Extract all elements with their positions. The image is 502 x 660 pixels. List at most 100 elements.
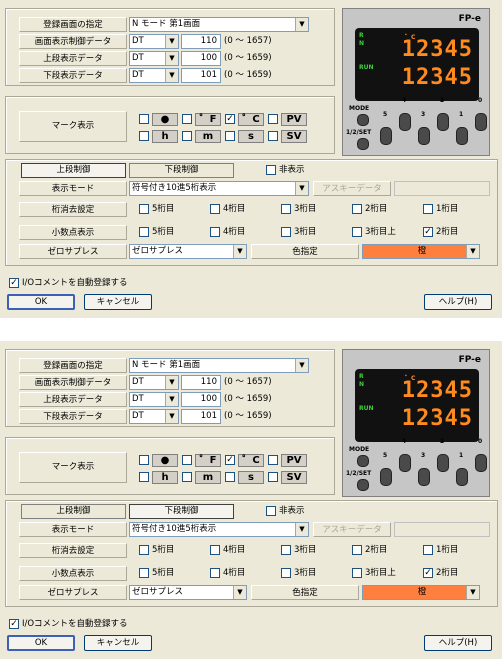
chevron-down-icon[interactable]: ▼ [295, 182, 308, 195]
decimal-checkbox[interactable] [139, 568, 149, 578]
mark-checkbox[interactable] [225, 131, 235, 141]
chevron-down-icon[interactable]: ▼ [165, 410, 178, 423]
mark-checkbox[interactable]: ✓ [225, 114, 235, 124]
mark-checkbox[interactable] [139, 131, 149, 141]
decimal-checkbox[interactable] [139, 227, 149, 237]
mark-checkbox[interactable] [139, 114, 149, 124]
color-dropdown[interactable]: 橙 ▼ [362, 244, 480, 259]
hide-checkbox[interactable] [266, 165, 276, 175]
display-mode-dropdown[interactable]: 符号付き10進5桁表示 ▼ [129, 522, 309, 537]
digit-off-checkbox[interactable] [210, 545, 220, 555]
digit-off-checkbox[interactable] [352, 545, 362, 555]
mark-checkbox[interactable] [182, 455, 192, 465]
tab-upper-control[interactable]: 上段制御 [21, 504, 126, 519]
digit-key[interactable] [380, 468, 392, 486]
digit-off-checkbox[interactable] [139, 545, 149, 555]
decimal-checkbox[interactable]: ✓ [423, 227, 433, 237]
digit-key[interactable] [399, 454, 411, 472]
data-type-dropdown[interactable]: DT ▼ [129, 375, 179, 390]
chevron-down-icon[interactable]: ▼ [233, 245, 246, 258]
set-key[interactable] [357, 138, 369, 150]
chevron-down-icon[interactable]: ▼ [466, 245, 479, 258]
mode-key[interactable] [357, 114, 369, 126]
digit-key[interactable] [475, 113, 487, 131]
chevron-down-icon[interactable]: ▼ [295, 18, 308, 31]
mark-checkbox[interactable] [268, 114, 278, 124]
tab-lower-control[interactable]: 下段制御 [129, 163, 234, 178]
decimal-checkbox[interactable] [281, 227, 291, 237]
data-address-input[interactable]: 100 [181, 51, 221, 66]
decimal-checkbox[interactable] [281, 568, 291, 578]
auto-io-checkbox[interactable]: ✓ [9, 619, 19, 629]
digit-key[interactable] [437, 113, 449, 131]
digit-key[interactable] [456, 468, 468, 486]
data-type-dropdown[interactable]: DT ▼ [129, 68, 179, 83]
data-type-dropdown[interactable]: DT ▼ [129, 392, 179, 407]
chevron-down-icon[interactable]: ▼ [165, 35, 178, 48]
ascii-input[interactable] [394, 181, 490, 196]
data-address-input[interactable]: 101 [181, 68, 221, 83]
data-type-dropdown[interactable]: DT ▼ [129, 409, 179, 424]
decimal-checkbox[interactable] [352, 568, 362, 578]
decimal-checkbox[interactable] [210, 568, 220, 578]
ascii-input[interactable] [394, 522, 490, 537]
mark-checkbox[interactable] [139, 472, 149, 482]
decimal-checkbox[interactable] [352, 227, 362, 237]
data-type-dropdown[interactable]: DT ▼ [129, 34, 179, 49]
help-button[interactable]: ヘルプ(H) [424, 294, 492, 310]
mark-checkbox[interactable] [268, 455, 278, 465]
mark-checkbox[interactable]: ✓ [225, 455, 235, 465]
color-dropdown[interactable]: 橙 ▼ [362, 585, 480, 600]
cancel-button[interactable]: キャンセル [84, 635, 152, 651]
hide-checkbox[interactable] [266, 506, 276, 516]
data-address-input[interactable]: 110 [181, 34, 221, 49]
mark-checkbox[interactable] [182, 114, 192, 124]
chevron-down-icon[interactable]: ▼ [165, 69, 178, 82]
digit-off-checkbox[interactable] [423, 545, 433, 555]
mark-checkbox[interactable] [225, 472, 235, 482]
data-address-input[interactable]: 100 [181, 392, 221, 407]
chevron-down-icon[interactable]: ▼ [466, 586, 479, 599]
chevron-down-icon[interactable]: ▼ [165, 52, 178, 65]
cancel-button[interactable]: キャンセル [84, 294, 152, 310]
decimal-checkbox[interactable] [210, 227, 220, 237]
digit-key[interactable] [418, 468, 430, 486]
tab-lower-control[interactable]: 下段制御 [129, 504, 234, 519]
mark-checkbox[interactable] [182, 131, 192, 141]
chevron-down-icon[interactable]: ▼ [165, 376, 178, 389]
digit-key[interactable] [399, 113, 411, 131]
tab-upper-control[interactable]: 上段制御 [21, 163, 126, 178]
auto-io-checkbox[interactable]: ✓ [9, 278, 19, 288]
chevron-down-icon[interactable]: ▼ [295, 523, 308, 536]
ok-button[interactable]: OK [7, 294, 75, 310]
digit-off-checkbox[interactable] [352, 204, 362, 214]
help-button[interactable]: ヘルプ(H) [424, 635, 492, 651]
chevron-down-icon[interactable]: ▼ [295, 359, 308, 372]
digit-off-checkbox[interactable] [281, 545, 291, 555]
digit-key[interactable] [456, 127, 468, 145]
screen-spec-dropdown[interactable]: N モード 第1画面 ▼ [129, 17, 309, 32]
mark-checkbox[interactable] [268, 472, 278, 482]
digit-key[interactable] [418, 127, 430, 145]
display-mode-dropdown[interactable]: 符号付き10進5桁表示 ▼ [129, 181, 309, 196]
digit-key[interactable] [380, 127, 392, 145]
mark-checkbox[interactable] [182, 472, 192, 482]
ok-button[interactable]: OK [7, 635, 75, 651]
mode-key[interactable] [357, 455, 369, 467]
zero-suppress-dropdown[interactable]: ゼロサプレス ▼ [129, 585, 247, 600]
decimal-checkbox[interactable]: ✓ [423, 568, 433, 578]
digit-off-checkbox[interactable] [210, 204, 220, 214]
digit-off-checkbox[interactable] [139, 204, 149, 214]
screen-spec-dropdown[interactable]: N モード 第1画面 ▼ [129, 358, 309, 373]
zero-suppress-dropdown[interactable]: ゼロサプレス ▼ [129, 244, 247, 259]
mark-checkbox[interactable] [268, 131, 278, 141]
data-type-dropdown[interactable]: DT ▼ [129, 51, 179, 66]
digit-key[interactable] [437, 454, 449, 472]
chevron-down-icon[interactable]: ▼ [233, 586, 246, 599]
digit-off-checkbox[interactable] [423, 204, 433, 214]
mark-checkbox[interactable] [139, 455, 149, 465]
digit-key[interactable] [475, 454, 487, 472]
data-address-input[interactable]: 110 [181, 375, 221, 390]
data-address-input[interactable]: 101 [181, 409, 221, 424]
chevron-down-icon[interactable]: ▼ [165, 393, 178, 406]
